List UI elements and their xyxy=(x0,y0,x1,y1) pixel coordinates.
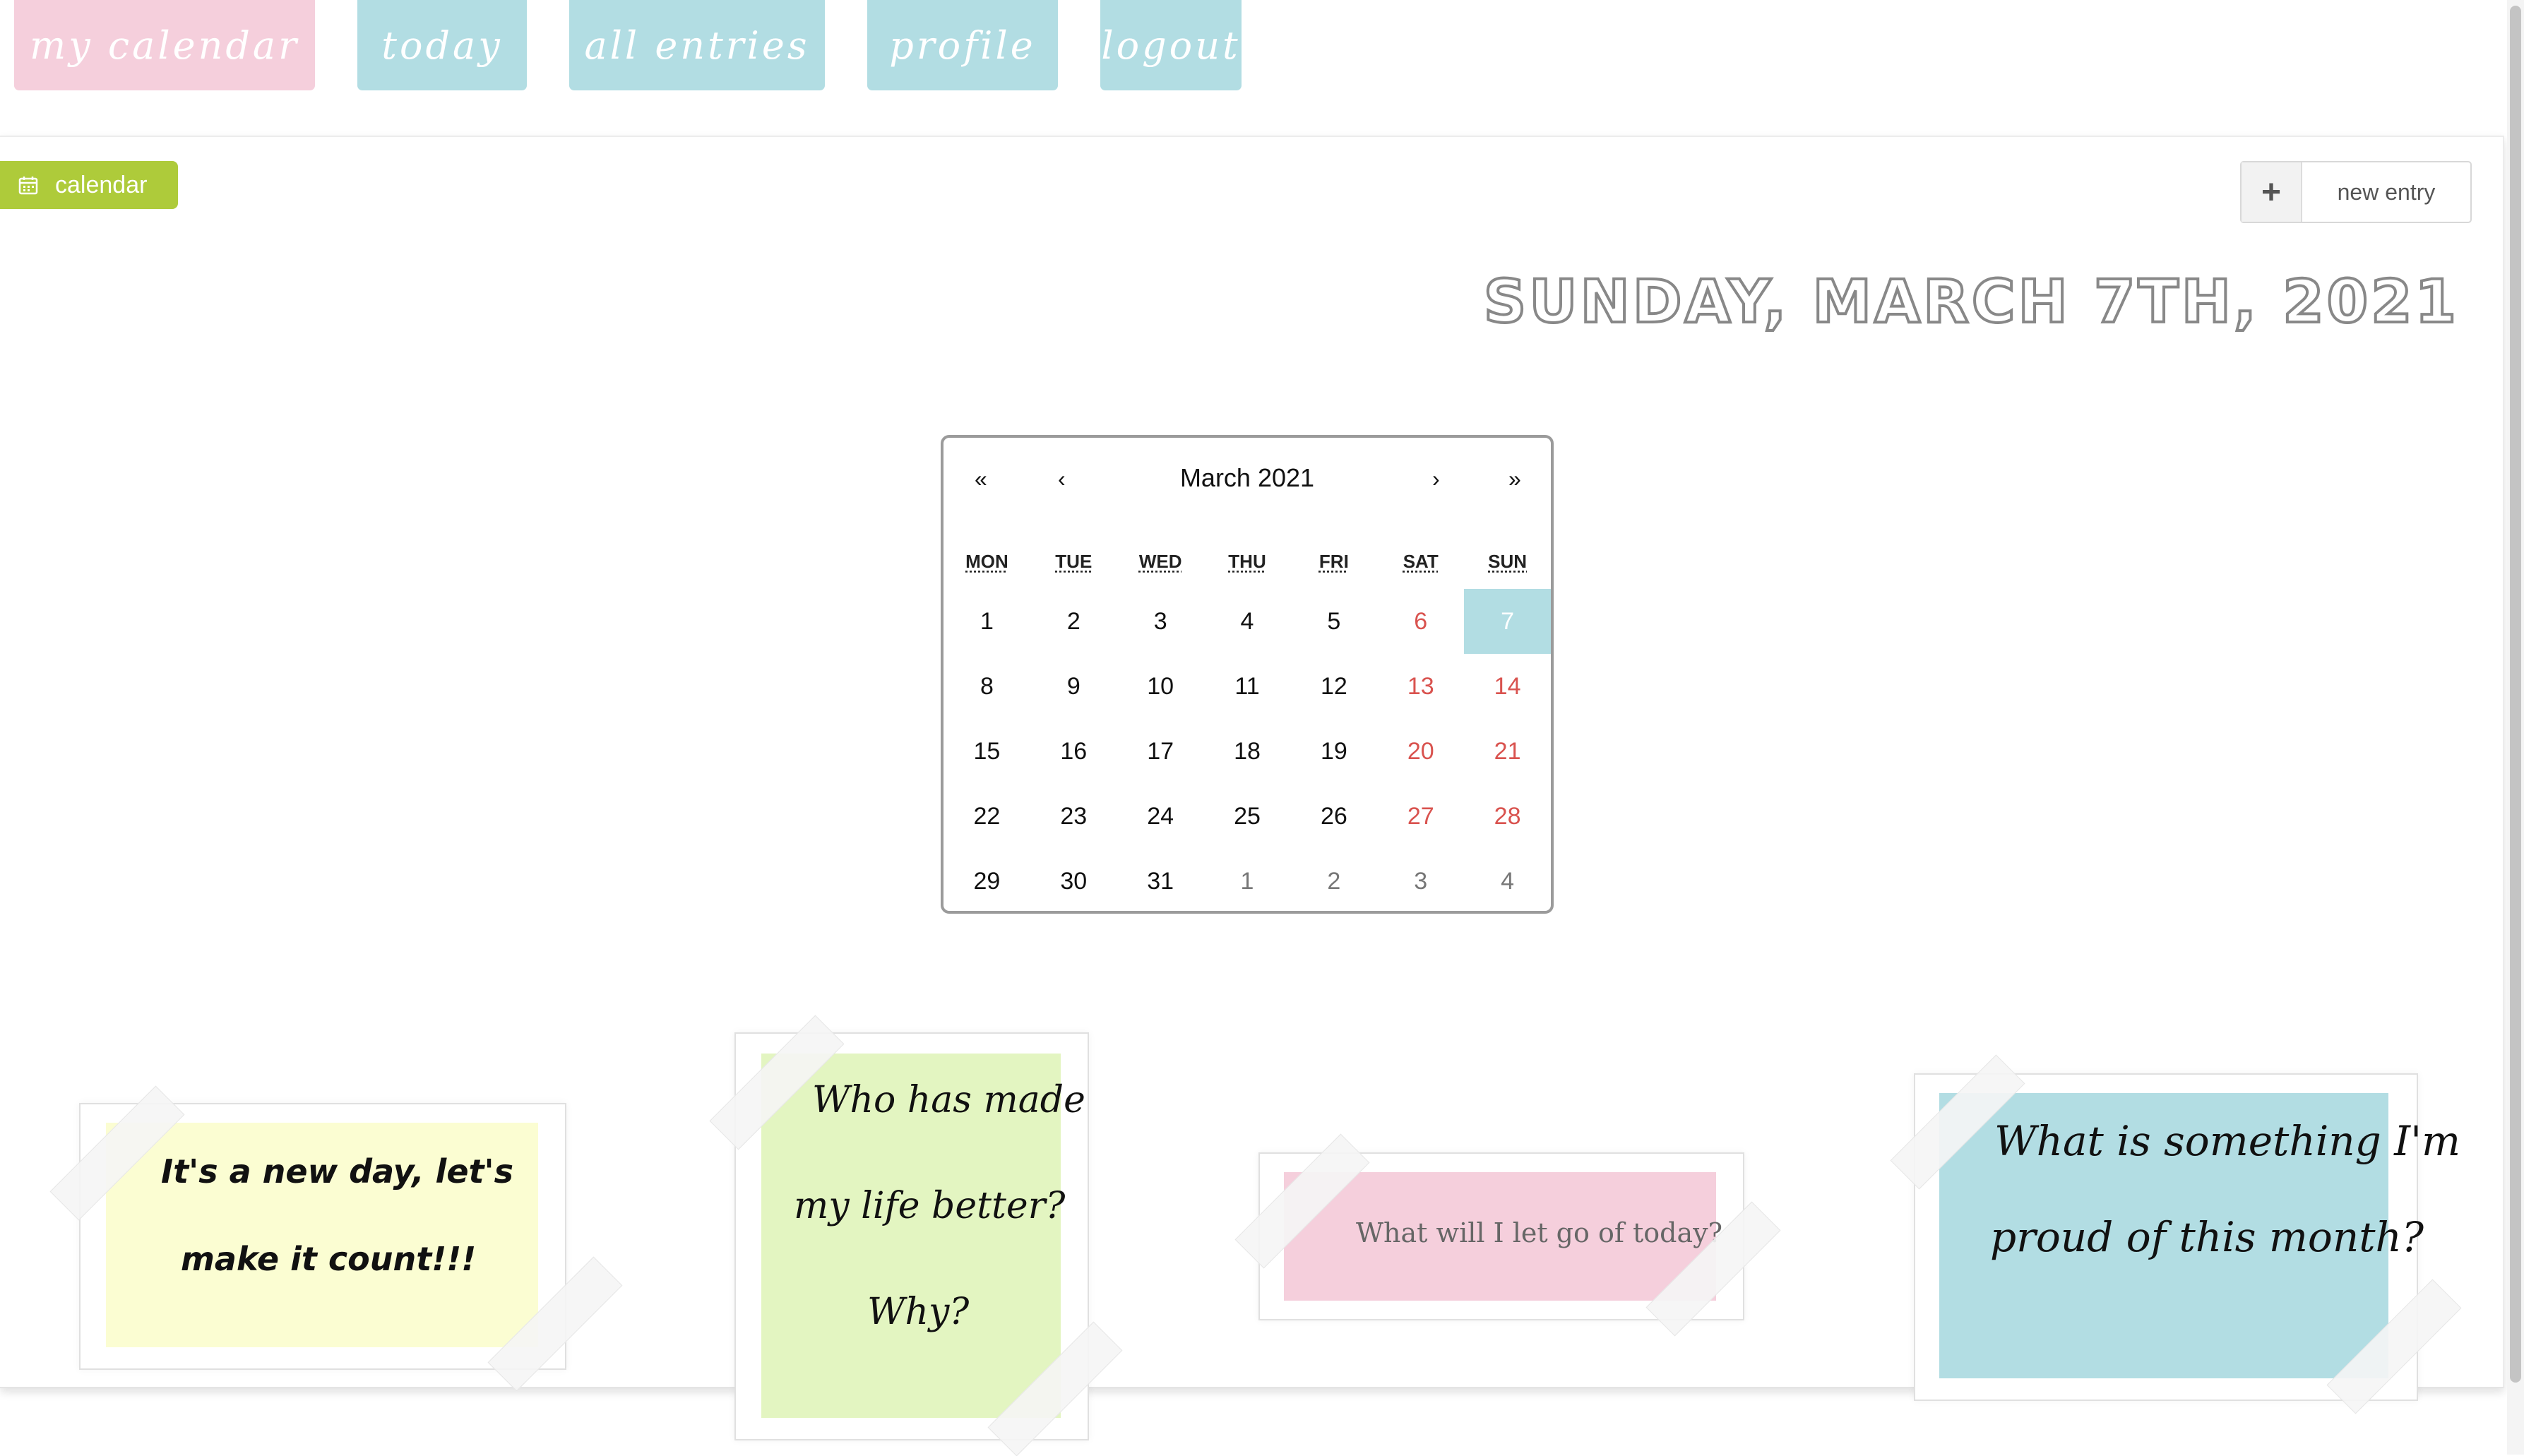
nav-my-calendar[interactable]: my calendar xyxy=(14,0,315,90)
scrollbar-thumb[interactable] xyxy=(2510,6,2521,1383)
calendar-day[interactable]: 19 xyxy=(1290,719,1377,784)
calendar-day[interactable]: 12 xyxy=(1290,654,1377,719)
calendar-day[interactable]: 20 xyxy=(1377,719,1464,784)
note-text: What is something I'm xyxy=(1994,1117,2461,1165)
weekday-label: SAT xyxy=(1403,551,1439,572)
new-entry-label: new entry xyxy=(2337,179,2436,205)
calendar-day[interactable]: 4 xyxy=(1464,849,1551,914)
calendar-day[interactable]: 26 xyxy=(1290,784,1377,849)
next-month-button[interactable]: › xyxy=(1432,466,1440,492)
calendar-day[interactable]: 9 xyxy=(1030,654,1117,719)
calendar-day[interactable]: 13 xyxy=(1377,654,1464,719)
new-entry-button[interactable]: + new entry xyxy=(2240,161,2472,223)
calendar-day[interactable]: 30 xyxy=(1030,849,1117,914)
nav-profile[interactable]: profile xyxy=(867,0,1058,90)
last-month-button[interactable]: » xyxy=(1508,466,1521,492)
calendar-day[interactable]: 8 xyxy=(943,654,1030,719)
note-text: my life better? xyxy=(794,1185,1066,1227)
month-label[interactable]: March 2021 xyxy=(943,463,1551,493)
nav-all-entries[interactable]: all entries xyxy=(569,0,825,90)
calendar-week: 22 23 24 25 26 27 28 xyxy=(943,784,1551,849)
sticky-note[interactable]: Who has made my life better? Why? xyxy=(761,1054,1085,1418)
weekday-label: TUE xyxy=(1055,551,1093,572)
nav-today[interactable]: today xyxy=(357,0,527,90)
note-text: Why? xyxy=(867,1291,970,1333)
calendar-day[interactable]: 15 xyxy=(943,719,1030,784)
weekday-header: MON TUE WED THU FRI SAT SUN xyxy=(943,551,1551,583)
calendar-day[interactable]: 24 xyxy=(1117,784,1204,849)
note-text: What will I let go of today? xyxy=(1356,1217,1722,1248)
calendar-day[interactable]: 23 xyxy=(1030,784,1117,849)
calendar-badge-label: calendar xyxy=(55,171,148,198)
calendar-week: 8 9 10 11 12 13 14 xyxy=(943,654,1551,719)
note-text: make it count!!! xyxy=(181,1240,477,1278)
calendar-day[interactable]: 22 xyxy=(943,784,1030,849)
calendar-week: 29 30 31 1 2 3 4 xyxy=(943,849,1551,914)
calendar-day[interactable]: 16 xyxy=(1030,719,1117,784)
calendar-day[interactable]: 2 xyxy=(1030,589,1117,654)
calendar-day[interactable]: 10 xyxy=(1117,654,1204,719)
note-text: Who has made xyxy=(812,1079,1085,1121)
calendar-day[interactable]: 4 xyxy=(1204,589,1291,654)
weekday-label: SUN xyxy=(1488,551,1528,572)
calendar-day[interactable]: 14 xyxy=(1464,654,1551,719)
calendar-day-selected[interactable]: 7 xyxy=(1464,589,1552,654)
sticky-note[interactable]: It's a new day, let's make it count!!! xyxy=(106,1123,538,1347)
calendar-icon xyxy=(18,177,38,195)
note-text: proud of this month? xyxy=(1990,1213,2424,1261)
calendar-badge[interactable]: calendar xyxy=(0,161,178,209)
weekday-label: MON xyxy=(965,551,1008,572)
calendar-day[interactable]: 31 xyxy=(1117,849,1204,914)
calendar-day[interactable]: 5 xyxy=(1290,589,1377,654)
calendar-day[interactable]: 27 xyxy=(1377,784,1464,849)
calendar-day[interactable]: 28 xyxy=(1464,784,1551,849)
calendar-day[interactable]: 6 xyxy=(1377,589,1464,654)
weekday-label: THU xyxy=(1228,551,1266,572)
calendar-day[interactable]: 29 xyxy=(943,849,1030,914)
sticky-note[interactable]: What will I let go of today? xyxy=(1284,1172,1722,1301)
note-text: It's a new day, let's xyxy=(161,1152,513,1191)
weekday-label: WED xyxy=(1138,551,1182,572)
weekday-label: FRI xyxy=(1318,551,1349,572)
scrollbar[interactable] xyxy=(2507,0,2524,1455)
month-calendar: « ‹ March 2021 › » MON TUE WED THU FRI S… xyxy=(941,435,1554,914)
sticky-note[interactable]: What is something I'm proud of this mont… xyxy=(1939,1093,2460,1378)
calendar-day[interactable]: 25 xyxy=(1204,784,1291,849)
calendar-week: 1 2 3 4 5 6 7 xyxy=(943,589,1552,654)
calendar-day[interactable]: 3 xyxy=(1117,589,1204,654)
calendar-day[interactable]: 21 xyxy=(1464,719,1551,784)
calendar-day[interactable]: 2 xyxy=(1290,849,1377,914)
nav-logout[interactable]: logout xyxy=(1100,0,1242,90)
calendar-day[interactable]: 11 xyxy=(1204,654,1291,719)
calendar-day[interactable]: 1 xyxy=(943,589,1030,654)
calendar-day[interactable]: 18 xyxy=(1204,719,1291,784)
plus-icon: + xyxy=(2242,162,2302,222)
calendar-day[interactable]: 3 xyxy=(1377,849,1464,914)
calendar-week: 15 16 17 18 19 20 21 xyxy=(943,719,1551,784)
calendar-day[interactable]: 1 xyxy=(1204,849,1291,914)
page-title: Sunday, March 7th, 2021 xyxy=(1482,265,2459,338)
calendar-day[interactable]: 17 xyxy=(1117,719,1204,784)
